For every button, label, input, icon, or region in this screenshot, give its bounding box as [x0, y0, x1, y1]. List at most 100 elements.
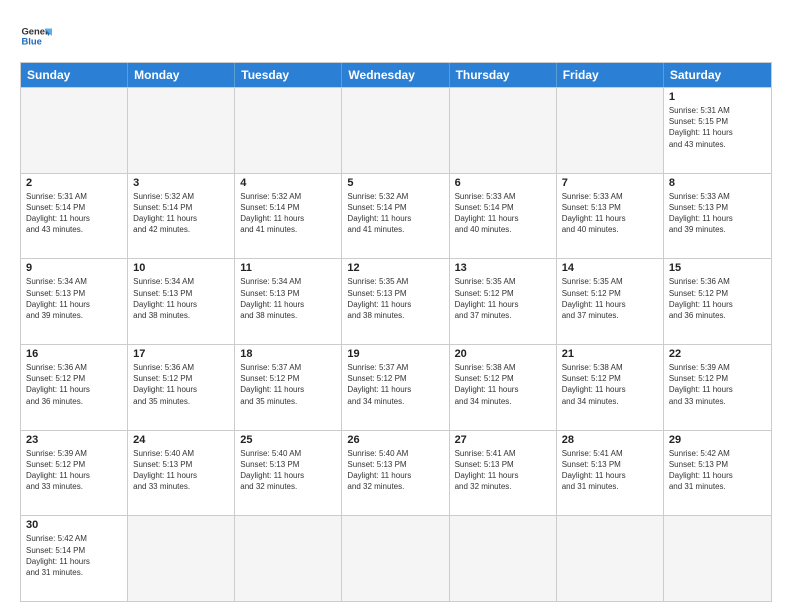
day-cell-19: 19 Sunrise: 5:37 AM Sunset: 5:12 PM Dayli…: [342, 345, 449, 430]
calendar-body: 1 Sunrise: 5:31 AM Sunset: 5:15 PM Daylig…: [21, 87, 771, 601]
empty-cell: [557, 88, 664, 173]
day-number: 6: [455, 177, 551, 189]
day-number: 17: [133, 348, 229, 360]
day-info: Sunrise: 5:31 AM Sunset: 5:15 PM Dayligh…: [669, 105, 766, 150]
day-cell-12: 12 Sunrise: 5:35 AM Sunset: 5:13 PM Dayli…: [342, 259, 449, 344]
header-day-wednesday: Wednesday: [342, 63, 449, 87]
day-info: Sunrise: 5:32 AM Sunset: 5:14 PM Dayligh…: [133, 191, 229, 236]
day-cell-28: 28Sunrise: 5:41 AM Sunset: 5:13 PM Dayli…: [557, 431, 664, 516]
day-number: 15: [669, 262, 766, 274]
day-cell-11: 11 Sunrise: 5:34 AM Sunset: 5:13 PM Dayli…: [235, 259, 342, 344]
day-cell-30: 30 Sunrise: 5:42 AM Sunset: 5:14 PM Dayli…: [21, 516, 128, 601]
day-cell-13: 13Sunrise: 5:35 AM Sunset: 5:12 PM Dayli…: [450, 259, 557, 344]
empty-cell: [557, 516, 664, 601]
calendar-row-3: 16 Sunrise: 5:36 AM Sunset: 5:12 PM Dayli…: [21, 344, 771, 430]
day-info: Sunrise: 5:40 AM Sunset: 5:13 PM Dayligh…: [240, 448, 336, 493]
day-cell-7: 7 Sunrise: 5:33 AM Sunset: 5:13 PM Daylig…: [557, 174, 664, 259]
day-info: Sunrise: 5:32 AM Sunset: 5:14 PM Dayligh…: [240, 191, 336, 236]
calendar-row-0: 1 Sunrise: 5:31 AM Sunset: 5:15 PM Daylig…: [21, 87, 771, 173]
day-cell-8: 8 Sunrise: 5:33 AM Sunset: 5:13 PM Daylig…: [664, 174, 771, 259]
day-cell-17: 17Sunrise: 5:36 AM Sunset: 5:12 PM Dayli…: [128, 345, 235, 430]
header-day-saturday: Saturday: [664, 63, 771, 87]
day-number: 28: [562, 434, 658, 446]
day-info: Sunrise: 5:35 AM Sunset: 5:12 PM Dayligh…: [562, 276, 658, 321]
day-info: Sunrise: 5:31 AM Sunset: 5:14 PM Dayligh…: [26, 191, 122, 236]
day-number: 27: [455, 434, 551, 446]
day-info: Sunrise: 5:34 AM Sunset: 5:13 PM Dayligh…: [240, 276, 336, 321]
empty-cell: [235, 88, 342, 173]
day-cell-14: 14Sunrise: 5:35 AM Sunset: 5:12 PM Dayli…: [557, 259, 664, 344]
day-info: Sunrise: 5:42 AM Sunset: 5:13 PM Dayligh…: [669, 448, 766, 493]
day-number: 19: [347, 348, 443, 360]
day-cell-2: 2 Sunrise: 5:31 AM Sunset: 5:14 PM Daylig…: [21, 174, 128, 259]
empty-cell: [450, 516, 557, 601]
svg-text:Blue: Blue: [21, 37, 41, 48]
calendar-row-2: 9 Sunrise: 5:34 AM Sunset: 5:13 PM Daylig…: [21, 258, 771, 344]
day-cell-21: 21 Sunrise: 5:38 AM Sunset: 5:12 PM Dayli…: [557, 345, 664, 430]
day-info: Sunrise: 5:37 AM Sunset: 5:12 PM Dayligh…: [347, 362, 443, 407]
header-day-friday: Friday: [557, 63, 664, 87]
day-info: Sunrise: 5:42 AM Sunset: 5:14 PM Dayligh…: [26, 533, 122, 578]
header-day-monday: Monday: [128, 63, 235, 87]
day-info: Sunrise: 5:39 AM Sunset: 5:12 PM Dayligh…: [26, 448, 122, 493]
day-cell-5: 5 Sunrise: 5:32 AM Sunset: 5:14 PM Daylig…: [342, 174, 449, 259]
day-info: Sunrise: 5:38 AM Sunset: 5:12 PM Dayligh…: [562, 362, 658, 407]
day-cell-23: 23 Sunrise: 5:39 AM Sunset: 5:12 PM Dayli…: [21, 431, 128, 516]
empty-cell: [342, 88, 449, 173]
empty-cell: [128, 88, 235, 173]
day-info: Sunrise: 5:36 AM Sunset: 5:12 PM Dayligh…: [669, 276, 766, 321]
day-number: 7: [562, 177, 658, 189]
day-cell-16: 16 Sunrise: 5:36 AM Sunset: 5:12 PM Dayli…: [21, 345, 128, 430]
calendar-row-5: 30 Sunrise: 5:42 AM Sunset: 5:14 PM Dayli…: [21, 515, 771, 601]
empty-cell: [342, 516, 449, 601]
day-number: 16: [26, 348, 122, 360]
day-info: Sunrise: 5:35 AM Sunset: 5:13 PM Dayligh…: [347, 276, 443, 321]
day-info: Sunrise: 5:33 AM Sunset: 5:13 PM Dayligh…: [669, 191, 766, 236]
calendar-header: SundayMondayTuesdayWednesdayThursdayFrid…: [21, 63, 771, 87]
day-number: 4: [240, 177, 336, 189]
day-info: Sunrise: 5:38 AM Sunset: 5:12 PM Dayligh…: [455, 362, 551, 407]
day-cell-6: 6Sunrise: 5:33 AM Sunset: 5:14 PM Daylig…: [450, 174, 557, 259]
day-cell-27: 27 Sunrise: 5:41 AM Sunset: 5:13 PM Dayli…: [450, 431, 557, 516]
day-info: Sunrise: 5:34 AM Sunset: 5:13 PM Dayligh…: [133, 276, 229, 321]
calendar-row-4: 23 Sunrise: 5:39 AM Sunset: 5:12 PM Dayli…: [21, 430, 771, 516]
header-day-tuesday: Tuesday: [235, 63, 342, 87]
day-info: Sunrise: 5:37 AM Sunset: 5:12 PM Dayligh…: [240, 362, 336, 407]
day-cell-26: 26 Sunrise: 5:40 AM Sunset: 5:13 PM Dayli…: [342, 431, 449, 516]
day-number: 12: [347, 262, 443, 274]
day-number: 10: [133, 262, 229, 274]
day-cell-29: 29 Sunrise: 5:42 AM Sunset: 5:13 PM Dayli…: [664, 431, 771, 516]
day-cell-18: 18Sunrise: 5:37 AM Sunset: 5:12 PM Dayli…: [235, 345, 342, 430]
day-number: 26: [347, 434, 443, 446]
day-info: Sunrise: 5:39 AM Sunset: 5:12 PM Dayligh…: [669, 362, 766, 407]
day-number: 9: [26, 262, 122, 274]
calendar: SundayMondayTuesdayWednesdayThursdayFrid…: [20, 62, 772, 602]
day-number: 21: [562, 348, 658, 360]
day-number: 3: [133, 177, 229, 189]
day-info: Sunrise: 5:33 AM Sunset: 5:13 PM Dayligh…: [562, 191, 658, 236]
day-cell-25: 25Sunrise: 5:40 AM Sunset: 5:13 PM Dayli…: [235, 431, 342, 516]
day-info: Sunrise: 5:32 AM Sunset: 5:14 PM Dayligh…: [347, 191, 443, 236]
day-cell-10: 10 Sunrise: 5:34 AM Sunset: 5:13 PM Dayli…: [128, 259, 235, 344]
empty-cell: [450, 88, 557, 173]
day-info: Sunrise: 5:36 AM Sunset: 5:12 PM Dayligh…: [26, 362, 122, 407]
header-day-thursday: Thursday: [450, 63, 557, 87]
day-number: 24: [133, 434, 229, 446]
day-number: 23: [26, 434, 122, 446]
day-info: Sunrise: 5:34 AM Sunset: 5:13 PM Dayligh…: [26, 276, 122, 321]
empty-cell: [21, 88, 128, 173]
empty-cell: [235, 516, 342, 601]
day-number: 30: [26, 519, 122, 531]
day-number: 5: [347, 177, 443, 189]
day-cell-4: 4 Sunrise: 5:32 AM Sunset: 5:14 PM Daylig…: [235, 174, 342, 259]
day-number: 29: [669, 434, 766, 446]
day-number: 11: [240, 262, 336, 274]
day-info: Sunrise: 5:35 AM Sunset: 5:12 PM Dayligh…: [455, 276, 551, 321]
day-number: 2: [26, 177, 122, 189]
day-number: 1: [669, 91, 766, 103]
day-info: Sunrise: 5:41 AM Sunset: 5:13 PM Dayligh…: [455, 448, 551, 493]
day-info: Sunrise: 5:40 AM Sunset: 5:13 PM Dayligh…: [347, 448, 443, 493]
day-cell-3: 3 Sunrise: 5:32 AM Sunset: 5:14 PM Daylig…: [128, 174, 235, 259]
day-cell-20: 20Sunrise: 5:38 AM Sunset: 5:12 PM Dayli…: [450, 345, 557, 430]
day-number: 8: [669, 177, 766, 189]
